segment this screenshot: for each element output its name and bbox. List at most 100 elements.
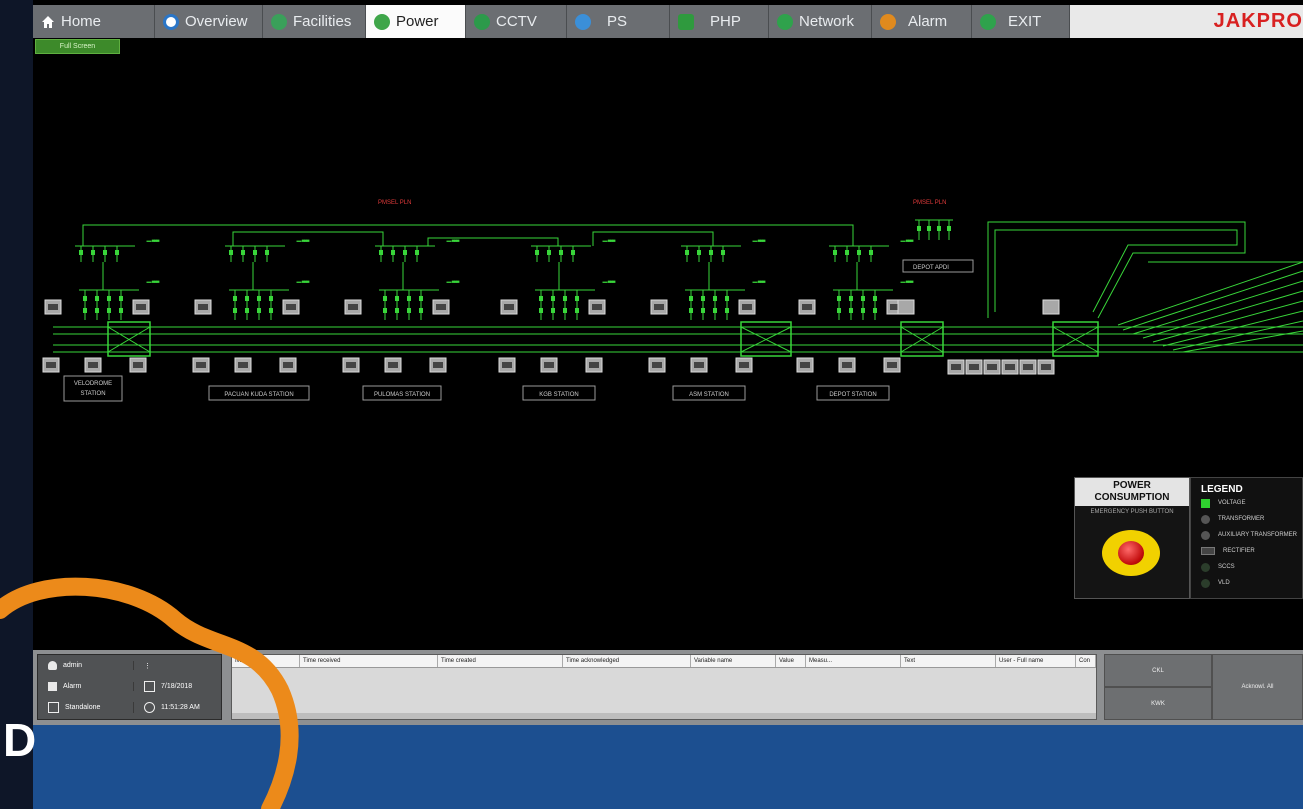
legend-item-rectifier: RECTIFIER [1191, 543, 1302, 559]
power-consumption-title: POWER CONSUMPTION [1075, 478, 1189, 506]
legend-item-auxiliary-transformer: AUXILIARY TRANSFORMER [1191, 527, 1302, 543]
alarm-table[interactable]: Ivar... Time received Time created Time … [231, 654, 1097, 720]
date-field: 7/18/2018 [134, 681, 192, 692]
bottom-panel: admin ⋮ Alarm 7/18/2018 Standalone 11:51… [33, 650, 1303, 725]
device-box[interactable] [192, 357, 297, 373]
legend-title: LEGEND [1201, 484, 1243, 495]
time-value: 11:51:28 AM [161, 704, 200, 711]
legend-item-vld: VLD [1191, 575, 1302, 591]
column-header[interactable]: Value [776, 655, 806, 667]
svg-text:— ===: — === [901, 279, 914, 284]
svg-text:— ===: — === [147, 279, 160, 284]
rectifier-icon [1201, 547, 1215, 555]
status-panel: admin ⋮ Alarm 7/18/2018 Standalone 11:51… [37, 654, 222, 720]
device-box[interactable] [42, 357, 147, 373]
legend-item-voltage: VOLTAGE [1191, 495, 1302, 511]
monitor-icon [48, 702, 59, 713]
emergency-push-button-label: EMERGENCY PUSH BUTTON [1090, 509, 1174, 515]
device-box[interactable] [648, 357, 753, 373]
banner-letter: D [3, 714, 37, 766]
svg-text:— ===: — === [901, 238, 914, 243]
station-label-depot: DEPOT STATION [816, 385, 890, 401]
svg-text:PULOMAS STATION: PULOMAS STATION [374, 392, 430, 398]
legend-item-label: TRANSFORMER [1218, 516, 1265, 522]
svg-text:KGB STATION: KGB STATION [539, 392, 578, 398]
blue-banner [33, 725, 1303, 809]
svg-text:— ===: — === [753, 279, 766, 284]
voltage-swatch-icon [1201, 498, 1210, 508]
acknowledge-all-button[interactable]: Acknowl. All [1212, 654, 1303, 720]
ckl-button[interactable]: CKL [1104, 654, 1212, 687]
lock-icon [48, 682, 57, 691]
svg-text:VELODROME: VELODROME [74, 381, 112, 387]
column-header[interactable]: Measu... [806, 655, 901, 667]
alarm-table-header: Ivar... Time received Time created Time … [232, 655, 1096, 668]
svg-text:— ===: — === [447, 279, 460, 284]
power-consumption-panel: POWER CONSUMPTION EMERGENCY PUSH BUTTON [1074, 477, 1190, 599]
column-header[interactable]: Ivar... [232, 655, 300, 667]
svg-text:DEPOT STATION: DEPOT STATION [829, 392, 876, 398]
device-box[interactable] [342, 357, 447, 373]
mode-label: Alarm [63, 683, 82, 690]
auxiliary-transformer-icon [1201, 530, 1210, 540]
emergency-push-button[interactable] [1102, 530, 1160, 576]
svg-text:— ===: — === [297, 279, 310, 284]
svg-text:— ===: — === [753, 238, 766, 243]
device-box[interactable] [796, 357, 901, 373]
column-header[interactable]: Time acknowledged [563, 655, 691, 667]
column-header[interactable]: Variable name [691, 655, 776, 667]
legend-item-sccs: SCCS [1191, 559, 1302, 575]
emergency-stop-icon [1118, 541, 1144, 565]
horizontal-scrollbar[interactable] [232, 713, 1096, 719]
legend-item-label: SCCS [1218, 564, 1235, 570]
red-label-1: PMSEL PLN [378, 200, 411, 206]
svg-text:— ===: — === [447, 238, 460, 243]
legend-item-label: RECTIFIER [1223, 548, 1255, 554]
station-label-asm: ASM STATION [672, 385, 746, 401]
column-header[interactable]: Time created [438, 655, 563, 667]
left-frame [0, 0, 33, 809]
svg-text:— ===: — === [603, 238, 616, 243]
kwk-button[interactable]: KWK [1104, 687, 1212, 720]
sccs-icon [1201, 562, 1210, 572]
mode-field: Alarm [38, 682, 134, 691]
depot-apdi-cluster [915, 219, 953, 240]
user-field: admin [38, 661, 134, 670]
more-icon: ⋮ [144, 662, 151, 670]
user-name: admin [63, 662, 83, 669]
svg-text:— ===: — === [297, 238, 310, 243]
legend-item-label: AUXILIARY TRANSFORMER [1218, 532, 1298, 538]
svg-text:PACUAN KUDA STATION: PACUAN KUDA STATION [224, 392, 293, 398]
depot-device-boxes[interactable] [897, 299, 1060, 375]
user-icon [48, 661, 57, 670]
depot-apdi-label: DEPOT APDI [913, 265, 949, 271]
role-label: Standalone [65, 704, 101, 711]
station-label-pacuan-kuda: PACUAN KUDA STATION [208, 385, 310, 401]
column-header[interactable]: Time received [300, 655, 438, 667]
calendar-icon [144, 681, 155, 692]
svg-text:— ===: — === [603, 279, 616, 284]
column-header[interactable]: Text [901, 655, 996, 667]
svg-text:STATION: STATION [80, 391, 105, 397]
legend-item-label: VLD [1218, 580, 1230, 586]
station-label-pulomas: PULOMAS STATION [362, 385, 442, 401]
transformer-icon [1201, 514, 1210, 524]
vld-icon [1201, 578, 1210, 588]
legend-panel: LEGEND VOLTAGE TRANSFORMER AUXILIARY TRA… [1190, 477, 1303, 599]
column-header[interactable]: Con [1076, 655, 1096, 667]
device-box[interactable] [498, 357, 603, 373]
svg-text:ASM STATION: ASM STATION [689, 392, 729, 398]
user-menu[interactable]: ⋮ [134, 662, 151, 670]
station-label-velodrome: VELODROME STATION [63, 375, 123, 402]
legend-item-label: VOLTAGE [1218, 500, 1246, 506]
red-label-2: PMSEL PLN [913, 200, 946, 206]
clock-icon [144, 702, 155, 713]
alarm-actions: CKL KWK Acknowl. All [1104, 654, 1303, 720]
column-header[interactable]: User - Full name [996, 655, 1076, 667]
time-field: 11:51:28 AM [134, 702, 200, 713]
scada-screen: Home Overview Facilities Power CCTV PS P… [33, 0, 1303, 725]
legend-item-transformer: TRANSFORMER [1191, 511, 1302, 527]
station-label-kgb: KGB STATION [522, 385, 596, 401]
date-value: 7/18/2018 [161, 683, 193, 690]
svg-text:— ===: — === [147, 238, 160, 243]
